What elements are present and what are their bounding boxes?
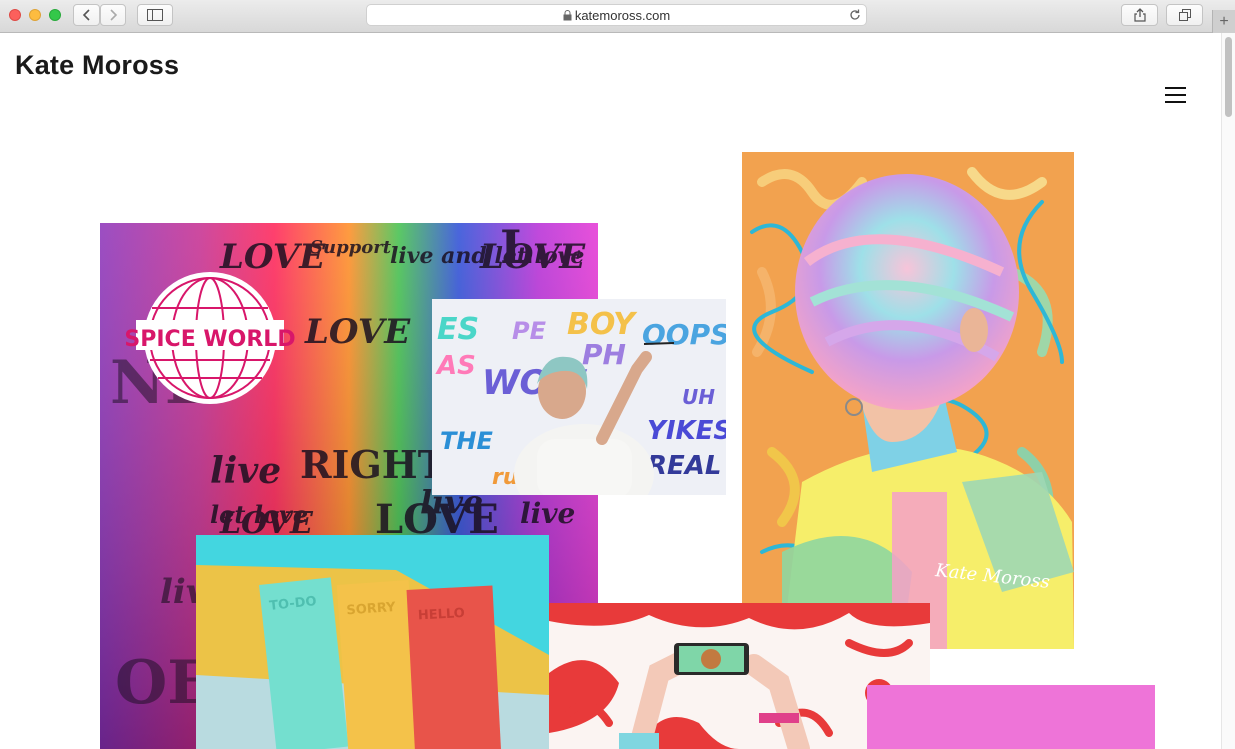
svg-text:PH: PH [582, 338, 626, 371]
svg-text:ES: ES [437, 312, 479, 347]
url-text: katemoross.com [574, 8, 671, 23]
project-tile-pink[interactable] [867, 685, 1155, 749]
svg-text:live: live [520, 497, 575, 530]
hamburger-menu-button[interactable] [1164, 85, 1188, 105]
wall-word: Support [310, 237, 392, 258]
notebooks-artwork: TO-DO SORRY HELLO [196, 535, 549, 749]
mural-word: REAL [647, 451, 721, 481]
spiceworld-logo-text: SPICE WORLD [124, 327, 295, 352]
project-tile-mural[interactable]: BOY OOPS WOW THE YIKES REAL UH ES AS PE … [432, 299, 726, 495]
mural-word: OOPS [642, 318, 726, 351]
browser-toolbar: katemoross.com + [0, 0, 1235, 33]
address-text: katemoross.com [367, 8, 866, 23]
zoom-window-button[interactable] [49, 9, 61, 21]
mural-word: BOY [567, 307, 638, 342]
project-tile-notebooks[interactable]: TO-DO SORRY HELLO [196, 535, 549, 749]
new-tab-button[interactable]: + [1212, 10, 1235, 33]
wall-word: RIGHT [300, 442, 446, 487]
lock-icon [563, 10, 572, 21]
svg-text:L: L [500, 223, 532, 274]
project-tile-portrait[interactable]: Kate Moross [742, 152, 1074, 649]
mural-word: UH [682, 385, 715, 409]
svg-text:PE: PE [512, 317, 547, 345]
tabs-overview-button[interactable] [1166, 4, 1203, 26]
chevron-right-icon [110, 9, 118, 21]
scrollbar-thumb[interactable] [1225, 37, 1232, 117]
chevron-left-icon [82, 9, 90, 21]
sidebar-icon [147, 9, 163, 21]
wall-word: LOVE [479, 237, 586, 277]
page-scrollbar[interactable] [1221, 33, 1235, 749]
close-window-button[interactable] [9, 9, 21, 21]
portrait-artwork: Kate Moross [742, 152, 1074, 649]
notebook-word: HELLO [418, 606, 466, 623]
address-bar[interactable]: katemoross.com [366, 4, 867, 26]
share-button[interactable] [1121, 4, 1158, 26]
share-icon [1133, 8, 1146, 22]
forward-button[interactable] [100, 4, 126, 26]
minimize-window-button[interactable] [29, 9, 41, 21]
sidebar-toggle-button[interactable] [137, 4, 173, 26]
mural-word: YIKES [647, 416, 726, 446]
wall-word: live [210, 450, 281, 492]
mural-word: THE [440, 427, 493, 455]
back-button[interactable] [73, 4, 100, 26]
tabs-icon [1178, 9, 1191, 21]
site-title[interactable]: Kate Moross [15, 50, 179, 81]
mural-artwork: BOY OOPS WOW THE YIKES REAL UH ES AS PE … [432, 299, 726, 495]
svg-text:AS: AS [435, 351, 476, 381]
reload-icon[interactable] [849, 9, 861, 21]
wall-word: LOVE [304, 312, 411, 352]
